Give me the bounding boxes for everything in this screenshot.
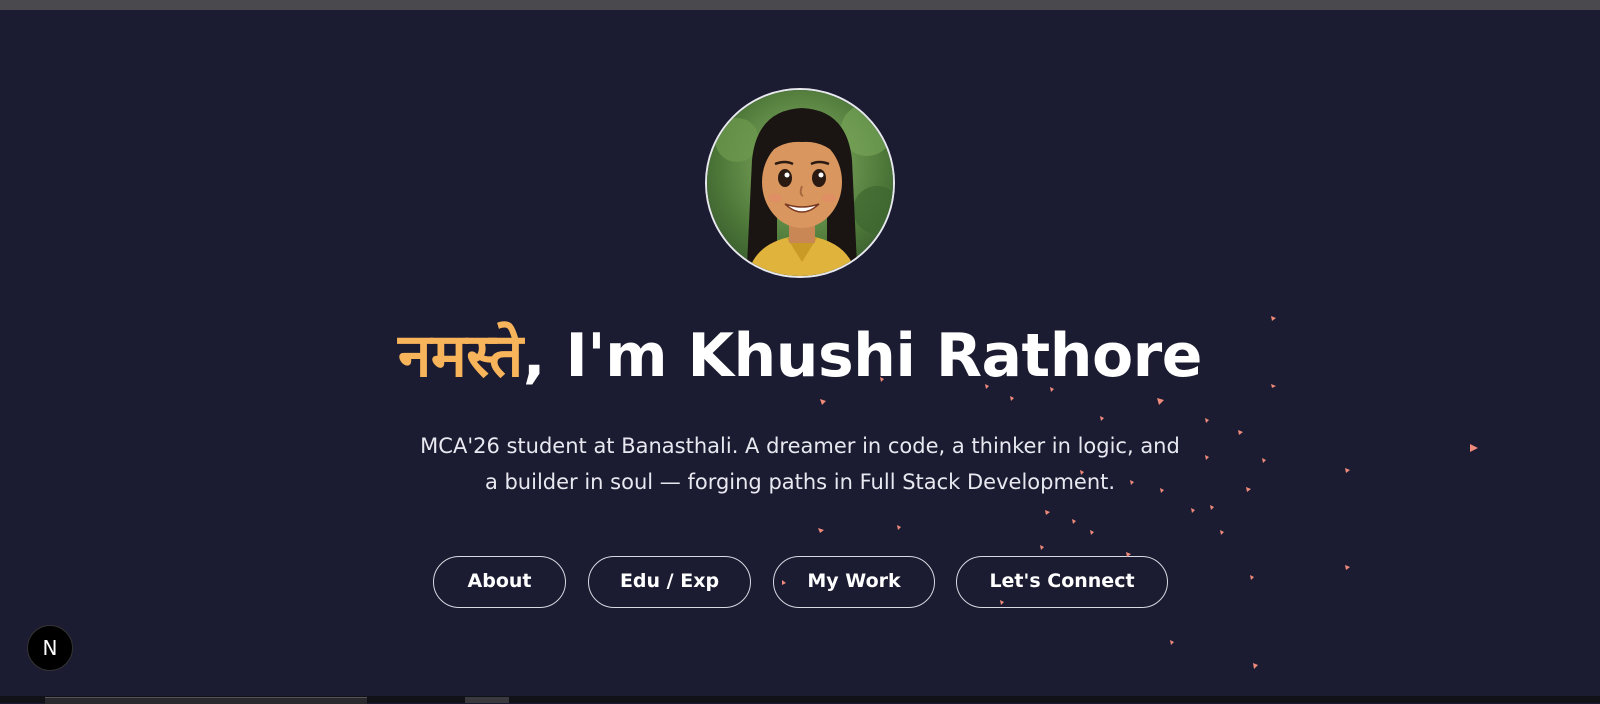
hero-heading: नमस्ते, I'm Khushi Rathore [0,312,1600,394]
greeting-text: नमस्ते [398,321,523,391]
intro-text: , I'm Khushi Rathore [522,321,1203,391]
my-work-button[interactable]: My Work [773,556,935,608]
bio-line-1: MCA'26 student at Banasthali. A dreamer … [420,434,1180,458]
about-button[interactable]: About [433,556,566,608]
hero-nav: About Edu / Exp My Work Let's Connect [0,556,1600,610]
bio-line-2: a builder in soul — forging paths in Ful… [484,470,1116,494]
scrollbar-thumb[interactable] [465,697,509,703]
lets-connect-button[interactable]: Let's Connect [956,556,1168,608]
edu-exp-button[interactable]: Edu / Exp [588,556,751,608]
nextjs-dev-indicator[interactable]: N [27,625,73,671]
browser-top-bar [0,0,1600,10]
hero-bio: MCA'26 student at Banasthali. A dreamer … [350,428,1250,500]
profile-avatar [705,88,895,278]
avatar-illustration [707,90,893,276]
browser-bottom-bar [0,696,1600,704]
